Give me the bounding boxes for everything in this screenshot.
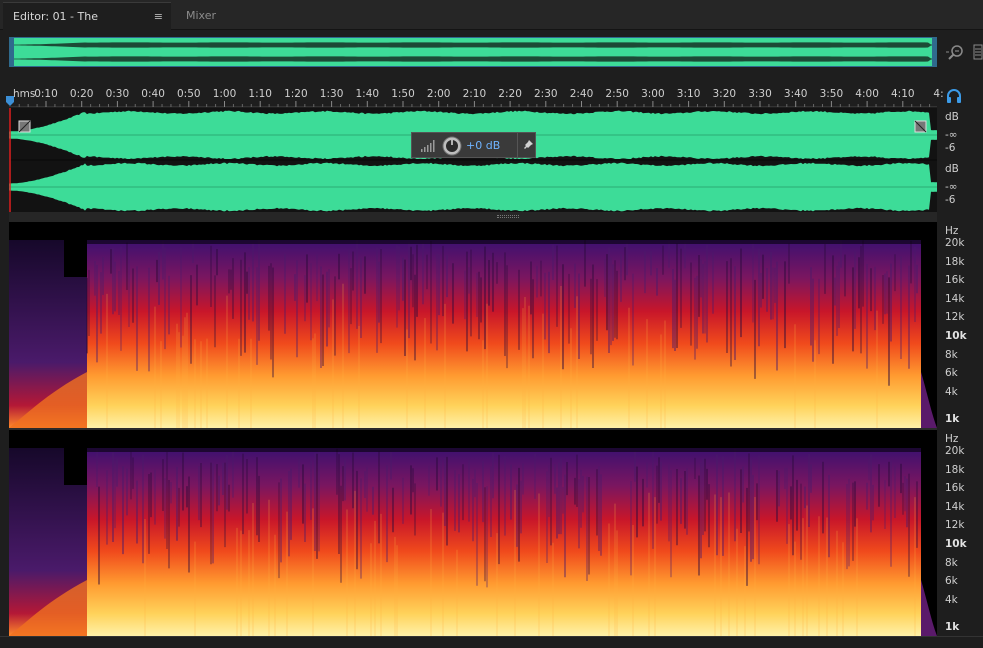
spectral-display-left[interactable] — [9, 222, 937, 428]
overview-waveform — [10, 38, 936, 66]
menu-icon[interactable]: ≡ — [154, 3, 163, 31]
spectrogram-intro-gap — [64, 222, 87, 277]
hz-tick-label: 16k — [945, 482, 965, 495]
tab-editor[interactable]: Editor: 01 - The Sickle.mp3 ≡ — [3, 2, 171, 51]
volume-hud: +0 dB — [411, 132, 536, 158]
ruler-tick-label: 2:00 — [426, 88, 451, 100]
zoom-icon[interactable] — [946, 42, 966, 62]
hz-tick-label: 20k — [945, 237, 965, 249]
db-minus6-top: -6 — [945, 142, 956, 154]
ruler-unit-label: hms — [13, 88, 36, 100]
ruler-tick-label: 2:40 — [569, 88, 594, 100]
overview-handle-left[interactable] — [10, 38, 14, 66]
hz-tick-label: 20k — [945, 445, 965, 457]
hz-tick-label: 14k — [945, 500, 965, 513]
ruler-tick-label: 2:50 — [605, 88, 629, 100]
overview-navigator[interactable] — [9, 37, 937, 67]
hz-tick-label: 6k — [945, 575, 958, 588]
spectrogram-right — [9, 430, 937, 636]
ruler-tick-label: 4: — [933, 88, 944, 100]
hz-tick-label: 18k — [945, 463, 965, 476]
hz-tick-label: 1k — [945, 413, 960, 425]
ruler-tick-label: 3:00 — [641, 88, 665, 100]
ruler-tick-label: 4:10 — [891, 88, 915, 100]
gain-value[interactable]: +0 dB — [466, 139, 500, 152]
tab-bar: Editor: 01 - The Sickle.mp3 ≡ Mixer — [0, 0, 983, 51]
ruler-tick-label: 0:30 — [105, 88, 130, 100]
db-unit-top: dB — [945, 111, 959, 123]
spectrogram-top-fade — [87, 430, 921, 452]
overview-channel-1 — [10, 56, 934, 62]
hz-tick-label: 8k — [945, 348, 958, 361]
ruler-tick-label: 1:00 — [212, 88, 237, 100]
time-ruler[interactable]: hms 0:10 0:20 0:30 0:40 0:50 1:00 1:10 1:20 1:30… — [9, 84, 944, 107]
ruler-tick-label: 0:20 — [69, 88, 94, 100]
tab-mixer-label: Mixer — [186, 9, 217, 22]
hz-tick-label: 4k — [945, 385, 958, 398]
hz-tick-label: 18k — [945, 255, 965, 268]
ruler-tick-label: 3:10 — [676, 88, 701, 100]
amplitude-scale: dB -∞ -6 dB -∞ -6 — [937, 108, 983, 212]
hz-tick-label: 10k — [945, 330, 967, 342]
hz-tick-label: 1k — [945, 621, 960, 633]
hz-tick-label: 12k — [945, 311, 965, 324]
waveform-channels — [9, 108, 937, 212]
db-neg-inf-bottom: -∞ — [945, 181, 958, 193]
knob-icon[interactable] — [442, 136, 462, 156]
frequency-scale-right: Hz 20k 18k 16k 14k 12k 10k 8k 6k 4k 1k — [937, 430, 983, 636]
hz-tick-label: 10k — [945, 538, 967, 550]
waveform-editor[interactable] — [9, 108, 937, 212]
spectral-display-right[interactable] — [9, 430, 937, 636]
level-bars-icon — [421, 140, 435, 152]
status-strip — [0, 636, 983, 648]
hz-tick-label: 12k — [945, 519, 965, 532]
spectrogram-top-fade — [87, 222, 921, 244]
headphones-icon[interactable] — [946, 88, 962, 104]
ruler-tick-label: 3:40 — [783, 88, 808, 100]
spectrogram-left — [9, 222, 937, 428]
ruler-tick-label: 2:10 — [462, 88, 487, 100]
hz-tick-label: 8k — [945, 556, 958, 569]
db-unit-bottom: dB — [945, 163, 959, 175]
tab-mixer[interactable]: Mixer — [176, 2, 236, 30]
divider-grip[interactable] — [497, 215, 519, 218]
hz-unit-label: Hz — [945, 225, 959, 237]
ruler-tick-label: 0:40 — [141, 88, 165, 100]
db-neg-inf-top: -∞ — [945, 129, 958, 141]
db-minus6-bottom: -6 — [945, 194, 956, 206]
hz-tick-label: 14k — [945, 292, 965, 305]
ruler-tick-label: 2:30 — [534, 88, 558, 100]
hud-separator — [517, 133, 518, 157]
ruler-tick-label: 3:30 — [748, 88, 772, 100]
pin-icon[interactable] — [522, 139, 534, 151]
ruler-tick-label: 1:20 — [284, 88, 308, 100]
spectrogram-intro-gap — [64, 430, 87, 485]
panel-divider[interactable] — [9, 212, 937, 222]
ruler-tick-label: 4:00 — [855, 88, 879, 100]
hz-tick-label: 4k — [945, 593, 958, 606]
overview-handle-right[interactable] — [932, 38, 936, 66]
hz-unit-label: Hz — [945, 433, 959, 445]
ruler-tick-label: 1:50 — [391, 88, 415, 100]
spectrogram-body — [87, 240, 921, 428]
panel-toggle-icon[interactable] — [973, 44, 983, 60]
frequency-scale-left: Hz 20k 18k 16k 14k 12k 10k 8k 6k 4k 1k — [937, 222, 983, 428]
ruler-tick-label: 3:50 — [819, 88, 844, 100]
ruler-tick-label: 1:10 — [248, 88, 272, 100]
hz-tick-label: 6k — [945, 367, 958, 380]
overview-fill — [10, 38, 936, 66]
ruler-tick-label: 1:40 — [355, 88, 380, 100]
ruler-tick-label: 0:10 — [34, 88, 58, 100]
hz-tick-label: 16k — [945, 274, 965, 287]
ruler-tick-label: 2:20 — [498, 88, 522, 100]
ruler-tick-label: 0:50 — [177, 88, 201, 100]
playhead-marker[interactable] — [5, 96, 15, 106]
overview-channel-0 — [10, 42, 934, 48]
ruler-tick-label: 1:30 — [319, 88, 344, 100]
spectrogram-body — [87, 448, 921, 636]
ruler-tick-label: 3:20 — [712, 88, 737, 100]
